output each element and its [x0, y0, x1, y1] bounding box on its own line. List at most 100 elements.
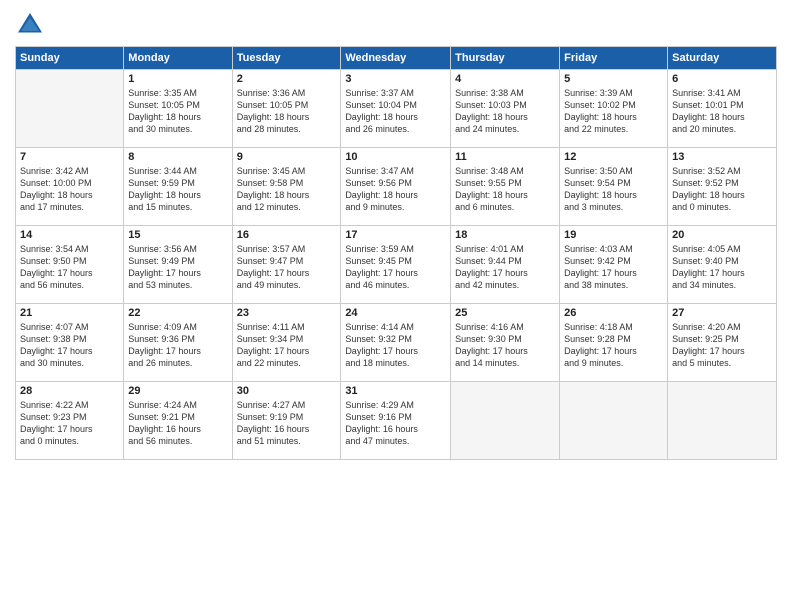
day-number: 15: [128, 229, 227, 241]
day-number: 16: [237, 229, 337, 241]
week-row-1: 1 Sunrise: 3:35 AMSunset: 10:05 PMDayligh…: [16, 70, 777, 148]
day-info: Sunrise: 3:57 AMSunset: 9:47 PMDaylight:…: [237, 243, 337, 292]
day-info: Sunrise: 4:29 AMSunset: 9:16 PMDaylight:…: [345, 399, 446, 448]
day-number: 27: [672, 307, 772, 319]
day-number: 2: [237, 73, 337, 85]
day-cell: 21Sunrise: 4:07 AMSunset: 9:38 PMDayligh…: [16, 304, 124, 382]
day-number: 29: [128, 385, 227, 397]
calendar-table: SundayMondayTuesdayWednesdayThursdayFrid…: [15, 46, 777, 460]
day-info: Sunrise: 4:18 AMSunset: 9:28 PMDaylight:…: [564, 321, 663, 370]
day-cell: 7 Sunrise: 3:42 AMSunset: 10:00 PMDayligh…: [16, 148, 124, 226]
day-number: 17: [345, 229, 446, 241]
day-cell: 12 Sunrise: 3:50 AMSunset: 9:54 PMDayligh…: [560, 148, 668, 226]
day-number: 9: [237, 151, 337, 163]
day-number: 14: [20, 229, 119, 241]
logo: [15, 10, 49, 40]
weekday-header-tuesday: Tuesday: [232, 47, 341, 70]
day-number: 1: [128, 73, 227, 85]
day-cell: 23Sunrise: 4:11 AMSunset: 9:34 PMDayligh…: [232, 304, 341, 382]
day-number: 12: [564, 151, 663, 163]
day-info: Sunrise: 4:14 AMSunset: 9:32 PMDaylight:…: [345, 321, 446, 370]
day-number: 13: [672, 151, 772, 163]
day-cell: [668, 382, 777, 460]
day-info: Sunrise: 3:41 AMSunset: 10:01 PMDaylight…: [672, 87, 772, 136]
weekday-header-row: SundayMondayTuesdayWednesdayThursdayFrid…: [16, 47, 777, 70]
day-cell: [560, 382, 668, 460]
day-number: 10: [345, 151, 446, 163]
day-cell: 25 Sunrise: 4:16 AMSunset: 9:30 PMDayligh…: [451, 304, 560, 382]
day-number: 20: [672, 229, 772, 241]
day-info: Sunrise: 3:39 AMSunset: 10:02 PMDaylight…: [564, 87, 663, 136]
week-row-3: 14Sunrise: 3:54 AMSunset: 9:50 PMDayligh…: [16, 226, 777, 304]
day-cell: 13 Sunrise: 3:52 AMSunset: 9:52 PMDayligh…: [668, 148, 777, 226]
day-number: 28: [20, 385, 119, 397]
day-info: Sunrise: 3:35 AMSunset: 10:05 PMDaylight…: [128, 87, 227, 136]
day-cell: 16 Sunrise: 3:57 AMSunset: 9:47 PMDayligh…: [232, 226, 341, 304]
day-cell: 8 Sunrise: 3:44 AMSunset: 9:59 PMDaylight…: [124, 148, 232, 226]
day-number: 22: [128, 307, 227, 319]
day-info: Sunrise: 3:37 AMSunset: 10:04 PMDaylight…: [345, 87, 446, 136]
day-number: 21: [20, 307, 119, 319]
day-cell: 4 Sunrise: 3:38 AMSunset: 10:03 PMDayligh…: [451, 70, 560, 148]
day-info: Sunrise: 3:47 AMSunset: 9:56 PMDaylight:…: [345, 165, 446, 214]
day-info: Sunrise: 3:56 AMSunset: 9:49 PMDaylight:…: [128, 243, 227, 292]
day-number: 25: [455, 307, 555, 319]
day-cell: 11Sunrise: 3:48 AMSunset: 9:55 PMDayligh…: [451, 148, 560, 226]
day-info: Sunrise: 3:50 AMSunset: 9:54 PMDaylight:…: [564, 165, 663, 214]
weekday-header-sunday: Sunday: [16, 47, 124, 70]
day-number: 19: [564, 229, 663, 241]
day-cell: 2Sunrise: 3:36 AMSunset: 10:05 PMDayligh…: [232, 70, 341, 148]
day-info: Sunrise: 3:42 AMSunset: 10:00 PMDaylight…: [20, 165, 119, 214]
day-info: Sunrise: 4:24 AMSunset: 9:21 PMDaylight:…: [128, 399, 227, 448]
calendar-page: SundayMondayTuesdayWednesdayThursdayFrid…: [0, 0, 792, 612]
weekday-header-monday: Monday: [124, 47, 232, 70]
week-row-5: 28 Sunrise: 4:22 AMSunset: 9:23 PMDayligh…: [16, 382, 777, 460]
day-cell: [16, 70, 124, 148]
day-cell: 6 Sunrise: 3:41 AMSunset: 10:01 PMDayligh…: [668, 70, 777, 148]
day-cell: 22 Sunrise: 4:09 AMSunset: 9:36 PMDayligh…: [124, 304, 232, 382]
day-number: 6: [672, 73, 772, 85]
day-number: 31: [345, 385, 446, 397]
day-info: Sunrise: 3:52 AMSunset: 9:52 PMDaylight:…: [672, 165, 772, 214]
day-info: Sunrise: 4:05 AMSunset: 9:40 PMDaylight:…: [672, 243, 772, 292]
day-cell: 24 Sunrise: 4:14 AMSunset: 9:32 PMDayligh…: [341, 304, 451, 382]
day-info: Sunrise: 3:38 AMSunset: 10:03 PMDaylight…: [455, 87, 555, 136]
day-number: 26: [564, 307, 663, 319]
day-number: 11: [455, 151, 555, 163]
day-info: Sunrise: 3:44 AMSunset: 9:59 PMDaylight:…: [128, 165, 227, 214]
day-info: Sunrise: 4:27 AMSunset: 9:19 PMDaylight:…: [237, 399, 337, 448]
day-cell: 27 Sunrise: 4:20 AMSunset: 9:25 PMDayligh…: [668, 304, 777, 382]
day-info: Sunrise: 4:11 AMSunset: 9:34 PMDaylight:…: [237, 321, 337, 370]
day-cell: 9 Sunrise: 3:45 AMSunset: 9:58 PMDaylight…: [232, 148, 341, 226]
week-row-4: 21Sunrise: 4:07 AMSunset: 9:38 PMDayligh…: [16, 304, 777, 382]
day-number: 30: [237, 385, 337, 397]
day-number: 24: [345, 307, 446, 319]
day-number: 18: [455, 229, 555, 241]
weekday-header-friday: Friday: [560, 47, 668, 70]
day-cell: 30 Sunrise: 4:27 AMSunset: 9:19 PMDayligh…: [232, 382, 341, 460]
day-cell: 3 Sunrise: 3:37 AMSunset: 10:04 PMDayligh…: [341, 70, 451, 148]
day-number: 7: [20, 151, 119, 163]
day-cell: 5 Sunrise: 3:39 AMSunset: 10:02 PMDayligh…: [560, 70, 668, 148]
day-info: Sunrise: 3:59 AMSunset: 9:45 PMDaylight:…: [345, 243, 446, 292]
week-row-2: 7 Sunrise: 3:42 AMSunset: 10:00 PMDayligh…: [16, 148, 777, 226]
weekday-header-saturday: Saturday: [668, 47, 777, 70]
day-info: Sunrise: 4:09 AMSunset: 9:36 PMDaylight:…: [128, 321, 227, 370]
weekday-header-wednesday: Wednesday: [341, 47, 451, 70]
day-cell: 15 Sunrise: 3:56 AMSunset: 9:49 PMDayligh…: [124, 226, 232, 304]
weekday-header-thursday: Thursday: [451, 47, 560, 70]
day-info: Sunrise: 3:45 AMSunset: 9:58 PMDaylight:…: [237, 165, 337, 214]
day-number: 5: [564, 73, 663, 85]
day-number: 8: [128, 151, 227, 163]
day-info: Sunrise: 4:22 AMSunset: 9:23 PMDaylight:…: [20, 399, 119, 448]
day-cell: 19Sunrise: 4:03 AMSunset: 9:42 PMDayligh…: [560, 226, 668, 304]
header: [15, 10, 777, 40]
day-info: Sunrise: 4:16 AMSunset: 9:30 PMDaylight:…: [455, 321, 555, 370]
day-info: Sunrise: 4:20 AMSunset: 9:25 PMDaylight:…: [672, 321, 772, 370]
day-number: 3: [345, 73, 446, 85]
day-cell: 1 Sunrise: 3:35 AMSunset: 10:05 PMDayligh…: [124, 70, 232, 148]
day-cell: 18 Sunrise: 4:01 AMSunset: 9:44 PMDayligh…: [451, 226, 560, 304]
day-cell: 31 Sunrise: 4:29 AMSunset: 9:16 PMDayligh…: [341, 382, 451, 460]
day-info: Sunrise: 4:01 AMSunset: 9:44 PMDaylight:…: [455, 243, 555, 292]
day-number: 4: [455, 73, 555, 85]
